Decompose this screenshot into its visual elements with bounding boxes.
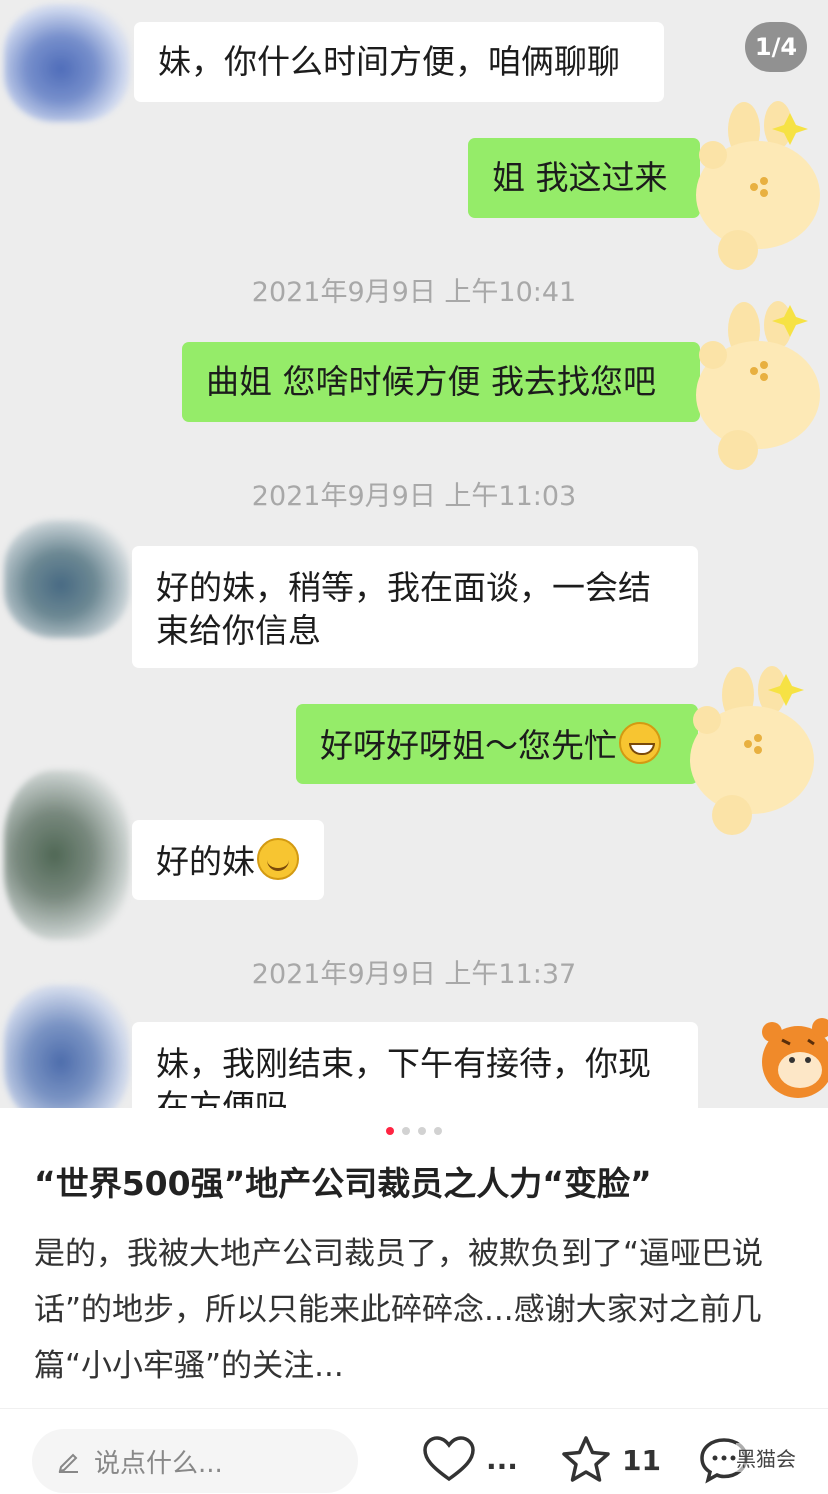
like-count: ... <box>486 1442 518 1476</box>
like-button[interactable]: ... <box>422 1435 518 1483</box>
comment-placeholder: 说点什么... <box>94 1448 223 1479</box>
message-bubble-received: 妹，我刚结束，下午有接待，你现在方便吗 <box>132 1022 698 1108</box>
star-icon <box>562 1436 610 1482</box>
tiger-sticker-icon <box>762 1018 828 1098</box>
carousel-dot[interactable] <box>386 1127 394 1135</box>
watermark: 黑猫会 <box>736 1443 796 1472</box>
smile-emoji-icon <box>257 838 299 880</box>
message-bubble-sent: 好呀好呀姐～您先忙 <box>296 704 698 784</box>
message-bubble-received: 妹，你什么时间方便，咱俩聊聊 <box>134 22 664 102</box>
contact-avatar <box>4 770 130 940</box>
timestamp: 2021年9月9日 上午11:03 <box>251 481 577 512</box>
pencil-icon <box>58 1453 78 1473</box>
grin-emoji-icon <box>619 722 661 764</box>
bunny-sticker-icon <box>696 101 820 270</box>
comment-input[interactable]: 说点什么... <box>32 1429 358 1493</box>
bunny-sticker-icon <box>696 301 820 470</box>
post-body: 是的，我被大地产公司裁员了，被欺负到了“逼哑巴说话”的地步，所以只能来此碎碎念.… <box>34 1236 764 1384</box>
message-bubble-received: 好的妹 <box>132 820 324 900</box>
contact-avatar <box>4 985 130 1108</box>
image-page-counter: 1/4 <box>745 22 807 72</box>
bunny-sticker-icon <box>690 666 814 835</box>
collect-count: 11 <box>622 1443 661 1477</box>
message-text: 好的妹 <box>156 842 255 881</box>
collect-button[interactable]: 11 <box>560 1435 661 1485</box>
post-viewer: 妹，你什么时间方便，咱俩聊聊 姐 我这过来 2021年9月9日 上午10:41 … <box>0 0 828 1494</box>
timestamp: 2021年9月9日 上午11:37 <box>251 959 577 990</box>
image-carousel[interactable]: 妹，你什么时间方便，咱俩聊聊 姐 我这过来 2021年9月9日 上午10:41 … <box>0 0 828 1108</box>
carousel-dot[interactable] <box>434 1127 442 1135</box>
carousel-indicator <box>0 1127 828 1139</box>
message-bubble-received: 好的妹，稍等，我在面谈，一会结束给你信息 <box>132 546 698 668</box>
message-bubble-sent: 姐 我这过来 <box>468 138 700 218</box>
carousel-dot[interactable] <box>402 1127 410 1135</box>
carousel-dot[interactable] <box>418 1127 426 1135</box>
contact-avatar <box>4 520 130 638</box>
message-bubble-sent: 曲姐 您啥时候方便 我去找您吧 <box>182 342 700 422</box>
message-text: 好呀好呀姐～您先忙 <box>320 726 617 765</box>
bottom-action-bar: 说点什么... ... 11 <box>0 1408 828 1494</box>
contact-avatar <box>4 4 130 122</box>
post-title: “世界500强”地产公司裁员之人力“变脸” <box>34 1164 652 1203</box>
heart-icon <box>423 1436 475 1482</box>
